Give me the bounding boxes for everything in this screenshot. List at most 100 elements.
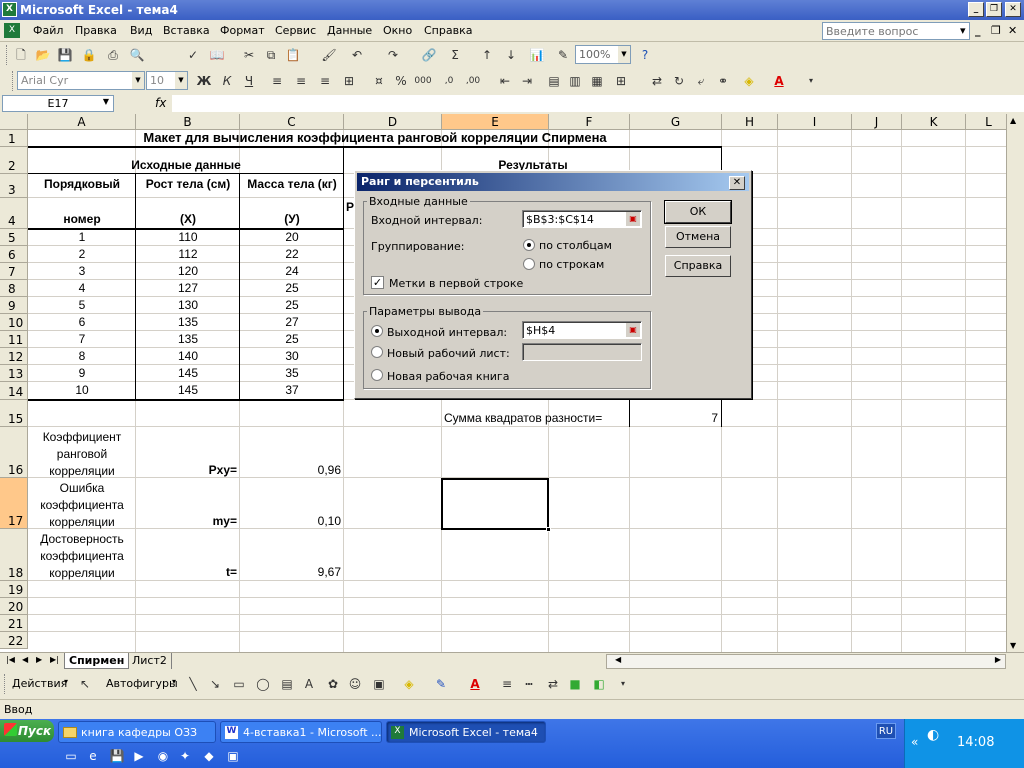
increase-indent-icon[interactable]: ⇥	[518, 72, 536, 90]
fill-color-icon[interactable]: ◈	[740, 72, 758, 90]
chevron-left-icon[interactable]: «	[911, 735, 918, 749]
menu-view[interactable]: Вид	[130, 24, 152, 37]
labels-checkbox[interactable]: ✓	[371, 276, 384, 289]
column-header-k[interactable]: K	[902, 114, 966, 130]
data-cell-y[interactable]: 22	[240, 247, 344, 261]
data-cell-y[interactable]: 24	[240, 264, 344, 278]
oval-icon[interactable]: ◯	[254, 675, 272, 693]
sum-squares-value[interactable]: 7	[630, 411, 718, 425]
input-range-field[interactable]: $B$3:$C$14 ▣	[522, 210, 642, 228]
col-a-header-2[interactable]: номер	[28, 212, 136, 226]
data-cell-n[interactable]: 2	[28, 247, 136, 261]
print-preview-icon[interactable]: 🔍	[128, 46, 146, 64]
row-header[interactable]: 2	[0, 147, 28, 174]
menu-help[interactable]: Справка	[424, 24, 472, 37]
research-icon[interactable]: 📖	[208, 46, 226, 64]
coef-label-line[interactable]: Коэффициент	[28, 430, 136, 444]
data-cell-y[interactable]: 25	[240, 298, 344, 312]
toolbar-options-icon[interactable]: ▾	[802, 72, 820, 90]
ie-icon[interactable]: e	[84, 747, 102, 765]
sum-squares-label[interactable]: Сумма квадратов разности=	[444, 411, 602, 425]
row-header[interactable]: 4	[0, 198, 28, 229]
italic-icon[interactable]: К	[218, 72, 236, 90]
doc-restore-button[interactable]: ❐	[991, 24, 1001, 37]
data-cell-x[interactable]: 130	[136, 298, 240, 312]
drawing-icon[interactable]: ✎	[554, 46, 572, 64]
row-header[interactable]: 1	[0, 130, 28, 147]
outlook-icon[interactable]: ◉	[154, 747, 172, 765]
ok-button[interactable]: ОК	[664, 200, 732, 224]
workbook-icon[interactable]: X	[4, 23, 20, 38]
coef-symbol[interactable]: Pxy=	[136, 463, 237, 477]
clipart-icon[interactable]: ☺	[346, 675, 364, 693]
decrease-decimal-icon[interactable]: ,00	[464, 72, 482, 90]
data-cell-x[interactable]: 112	[136, 247, 240, 261]
cancel-button[interactable]: Отмена	[665, 226, 731, 248]
underline-icon[interactable]: Ч	[240, 72, 258, 90]
close-button[interactable]: ✕	[1005, 2, 1021, 17]
error-value[interactable]: 0,10	[240, 514, 341, 528]
vertical-scrollbar[interactable]: ▲ ▼	[1006, 114, 1024, 652]
maximize-button[interactable]: ❐	[986, 2, 1002, 17]
data-cell-n[interactable]: 10	[28, 383, 136, 397]
ask-question-input[interactable]: Введите вопрос	[822, 22, 970, 40]
thousands-icon[interactable]: 000	[414, 72, 432, 90]
sort-asc-icon[interactable]: ↑	[478, 46, 496, 64]
formula-input[interactable]	[172, 95, 1024, 112]
borders-icon[interactable]: ⊞	[612, 72, 630, 90]
middle-align-icon[interactable]: ▥	[566, 72, 584, 90]
dialog-close-icon[interactable]: ✕	[729, 176, 745, 190]
collapse-dialog-icon[interactable]: ▣	[626, 212, 640, 226]
column-header-c[interactable]: C	[240, 114, 344, 130]
print-icon[interactable]: ⎙	[104, 46, 122, 64]
new-sheet-label[interactable]: Новый рабочий лист:	[387, 347, 510, 360]
tab-list2[interactable]: Лист2	[128, 653, 172, 669]
active-cell-e17[interactable]	[441, 478, 549, 530]
by-columns-label[interactable]: по столбцам	[539, 239, 612, 252]
collapse-dialog-icon[interactable]: ▣	[626, 323, 640, 337]
line-style-icon[interactable]: ≡	[498, 675, 516, 693]
align-left-icon[interactable]: ≡	[268, 72, 286, 90]
data-cell-y[interactable]: 30	[240, 349, 344, 363]
name-box[interactable]: E17 ▼	[2, 95, 114, 112]
output-range-radio[interactable]	[371, 325, 383, 337]
data-cell-y[interactable]: 25	[240, 332, 344, 346]
menu-insert[interactable]: Вставка	[163, 24, 210, 37]
paste-icon[interactable]: 📋	[284, 46, 302, 64]
labels-first-row-label[interactable]: Метки в первой строке	[389, 277, 523, 290]
data-cell-x[interactable]: 145	[136, 366, 240, 380]
font-color-icon[interactable]: A	[770, 72, 788, 90]
chevron-down-icon[interactable]: ▼	[103, 97, 109, 106]
prev-sheet-icon[interactable]: ◀	[22, 655, 28, 664]
autoshapes-menu[interactable]: Автофигуры	[106, 677, 178, 690]
zoom-select[interactable]: 100% ▼	[575, 45, 631, 64]
fx-icon[interactable]: fx	[155, 96, 166, 110]
3d-icon[interactable]: ◧	[590, 675, 608, 693]
tab-spirmen[interactable]: Спирмен	[64, 653, 130, 669]
scroll-up-icon[interactable]: ▲	[1010, 116, 1016, 125]
row-header[interactable]: 20	[0, 598, 28, 615]
chart-wizard-icon[interactable]: 📊	[528, 46, 546, 64]
fill-handle[interactable]	[546, 527, 551, 532]
output-range-label[interactable]: Выходной интервал:	[387, 326, 507, 339]
orientation-icon[interactable]: ↻	[670, 72, 688, 90]
publisher-icon[interactable]: ▣	[224, 747, 242, 765]
row-header[interactable]: 15	[0, 400, 28, 427]
results-subheader-partial[interactable]: Р	[346, 200, 354, 214]
help-icon[interactable]: ?	[636, 46, 654, 64]
save-icon[interactable]: 💾	[108, 747, 126, 765]
toolbar-grip[interactable]	[12, 71, 15, 91]
data-cell-x[interactable]: 120	[136, 264, 240, 278]
by-columns-radio[interactable]	[523, 239, 535, 251]
scroll-left-icon[interactable]: ◀	[615, 655, 621, 664]
actions-menu[interactable]: Действия	[12, 677, 67, 690]
bidi-icon[interactable]: ⇄	[648, 72, 666, 90]
error-label-line[interactable]: корреляции	[28, 515, 136, 529]
data-cell-x[interactable]: 140	[136, 349, 240, 363]
decrease-indent-icon[interactable]: ⇤	[496, 72, 514, 90]
arrow-style-icon[interactable]: ⇄	[544, 675, 562, 693]
chevron-down-icon[interactable]: ▾	[172, 677, 176, 686]
last-sheet-icon[interactable]: ▶|	[50, 655, 59, 664]
col-a-header-1[interactable]: Порядковый	[28, 177, 136, 191]
row-header[interactable]: 10	[0, 314, 28, 331]
